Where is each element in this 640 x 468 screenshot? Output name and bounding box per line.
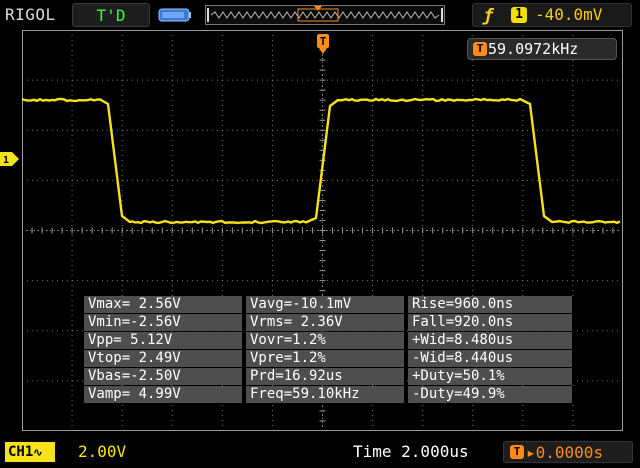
measurement-cell: Vovr=1.2% — [246, 332, 406, 349]
measurement-cell: -Duty=49.9% — [408, 386, 574, 403]
measurement-cell: Vtop= 2.49V — [84, 350, 244, 367]
measurement-cell: Vamp= 4.99V — [84, 386, 244, 403]
trigger-status-badge: T'D — [72, 3, 150, 27]
measurement-row: Vmin=-2.56V Vrms= 2.36V Fall=920.0ns — [84, 314, 574, 331]
bottom-status-bar: CH1∿ 2.00V Time 2.000us T ▸0.0000s — [0, 438, 640, 468]
measurement-row: Vamp= 4.99V Freq=59.10kHz -Duty=49.9% — [84, 386, 574, 403]
trigger-level-value: -40.0mV — [535, 5, 602, 24]
trigger-marker-label: T — [320, 35, 327, 48]
measurement-row: Vtop= 2.49V Vpre=1.2% -Wid=8.440us — [84, 350, 574, 367]
measurement-cell: Vmin=-2.56V — [84, 314, 244, 331]
measurement-cell: +Wid=8.480us — [408, 332, 574, 349]
measurement-row: Vmax= 2.56V Vavg=-10.1mV Rise=960.0ns — [84, 296, 574, 313]
measurement-cell: Prd=16.92us — [246, 368, 406, 385]
measurement-cell: Rise=960.0ns — [408, 296, 574, 313]
channel-marker-label: 1 — [3, 155, 9, 166]
measurement-cell: Fall=920.0ns — [408, 314, 574, 331]
brand-logo: RIGOL — [5, 5, 56, 24]
measurement-cell: Freq=59.10kHz — [246, 386, 406, 403]
frequency-counter: T 59.0972kHz — [467, 38, 617, 60]
trigger-offset-panel[interactable]: T ▸0.0000s — [503, 441, 633, 463]
trigger-t-icon: T — [510, 445, 524, 459]
measurement-table: Vmax= 2.56V Vavg=-10.1mV Rise=960.0ns Vmin=… — [84, 296, 574, 404]
waveform-overview-icon — [206, 6, 444, 24]
measurement-cell: Vpre=1.2% — [246, 350, 406, 367]
trigger-position-marker[interactable]: T — [316, 32, 330, 58]
trigger-offset-value: ▸0.0000s — [526, 443, 603, 462]
channel1-offset-marker[interactable]: 1 — [0, 152, 20, 166]
measurement-cell: Vmax= 2.56V — [84, 296, 244, 313]
frequency-value: 59.0972kHz — [488, 40, 578, 58]
trigger-source-badge: 1 — [511, 7, 527, 23]
memory-position-bar[interactable] — [205, 5, 445, 25]
trigger-settings-panel[interactable]: ƒ 1 -40.0mV — [472, 3, 632, 27]
top-status-bar: RIGOL T'D ƒ 1 -40.0mV — [0, 0, 640, 30]
trigger-t-icon: T — [473, 42, 487, 56]
ac-coupling-icon: ∿ — [33, 446, 42, 459]
rising-edge-icon: ƒ — [483, 6, 493, 26]
channel1-badge[interactable]: CH1∿ — [5, 442, 55, 462]
horizontal-timebase[interactable]: Time 2.000us — [353, 442, 469, 461]
measurement-cell: Vavg=-10.1mV — [246, 296, 406, 313]
measurement-row: Vbas=-2.50V Prd=16.92us +Duty=50.1% — [84, 368, 574, 385]
channel1-label: CH1 — [8, 444, 33, 460]
memory-depth-icon — [158, 8, 192, 22]
measurement-cell: -Wid=8.440us — [408, 350, 574, 367]
measurement-cell: Vpp= 5.12V — [84, 332, 244, 349]
measurement-cell: +Duty=50.1% — [408, 368, 574, 385]
measurement-row: Vpp= 5.12V Vovr=1.2% +Wid=8.480us — [84, 332, 574, 349]
channel1-waveform — [22, 99, 620, 223]
measurement-cell: Vrms= 2.36V — [246, 314, 406, 331]
channel1-scale: 2.00V — [78, 442, 126, 461]
measurement-cell: Vbas=-2.50V — [84, 368, 244, 385]
